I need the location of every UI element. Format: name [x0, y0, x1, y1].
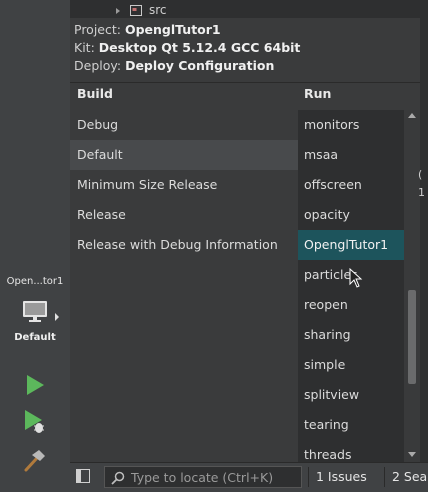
build-item-release[interactable]: Release	[70, 200, 298, 230]
build-item-debug[interactable]: Debug	[70, 110, 298, 140]
build-item-release-with-debug[interactable]: Release with Debug Information	[70, 230, 298, 260]
debug-run-icon[interactable]	[22, 409, 48, 435]
run-list-scrollbar[interactable]	[404, 110, 420, 462]
run-item-splitview[interactable]: splitview	[298, 380, 404, 410]
run-item-offscreen[interactable]: offscreen	[298, 170, 404, 200]
editor-edge-char: 1	[418, 186, 425, 199]
locator-input[interactable]: Type to locate (Ctrl+K)	[104, 466, 302, 488]
editor-edge-char: (	[418, 168, 423, 181]
scroll-up-arrow-icon[interactable]	[408, 113, 416, 118]
project-tree-strip	[70, 0, 428, 18]
target-project-label[interactable]: Open...tor1	[0, 276, 70, 287]
kit-name: Desktop Qt 5.12.4 GCC 64bit	[98, 40, 301, 55]
kit-selector-popup: Project: OpenglTutor1 Kit: Desktop Qt 5.…	[70, 18, 420, 462]
scrollbar-thumb[interactable]	[408, 290, 416, 384]
build-column-header: Build	[77, 86, 113, 101]
run-icon[interactable]	[24, 374, 46, 396]
tree-item-src[interactable]: src	[149, 3, 167, 17]
chevron-right-icon[interactable]	[55, 313, 59, 321]
search-icon	[111, 471, 125, 485]
run-item-msaa[interactable]: msaa	[298, 140, 404, 170]
deploy-line: Deploy: Deploy Configuration	[74, 58, 275, 73]
monitor-icon[interactable]	[22, 300, 48, 324]
run-item-simple[interactable]: simple	[298, 350, 404, 380]
divider	[70, 82, 420, 83]
status-bar: Type to locate (Ctrl+K) 1 Issues 2 Sear	[70, 462, 428, 492]
run-item-tearing[interactable]: tearing	[298, 410, 404, 440]
build-hammer-icon[interactable]	[22, 449, 48, 473]
build-list: Debug Default Minimum Size Release Relea…	[70, 110, 298, 462]
project-name: OpenglTutor1	[124, 22, 221, 37]
run-item-opengltutor1[interactable]: OpenglTutor1	[298, 230, 404, 260]
run-item-sharing[interactable]: sharing	[298, 320, 404, 350]
issues-pane-button[interactable]: 1 Issues	[316, 469, 367, 484]
run-item-monitors[interactable]: monitors	[298, 110, 404, 140]
kit-line: Kit: Desktop Qt 5.12.4 GCC 64bit	[74, 40, 301, 55]
run-item-reopen[interactable]: reopen	[298, 290, 404, 320]
run-item-opacity[interactable]: opacity	[298, 200, 404, 230]
target-config-label[interactable]: Default	[0, 332, 70, 343]
build-item-minimum-size-release[interactable]: Minimum Size Release	[70, 170, 298, 200]
run-item-threads[interactable]: threads	[298, 440, 404, 462]
locator-placeholder: Type to locate (Ctrl+K)	[131, 470, 274, 485]
scroll-down-arrow-icon[interactable]	[408, 452, 416, 457]
mouse-cursor-icon	[349, 268, 363, 288]
editor-edge	[420, 18, 428, 462]
run-column-header: Run	[304, 86, 332, 101]
build-item-default[interactable]: Default	[70, 140, 298, 170]
deploy-name: Deploy Configuration	[125, 58, 275, 73]
divider	[308, 467, 309, 487]
project-line: Project: OpenglTutor1	[74, 22, 221, 37]
tree-expand-arrow-icon[interactable]	[116, 8, 120, 14]
toggle-sidebar-icon[interactable]	[76, 469, 90, 483]
divider	[384, 467, 385, 487]
search-results-pane-button[interactable]: 2 Sear	[392, 469, 428, 484]
folder-icon	[130, 5, 142, 16]
